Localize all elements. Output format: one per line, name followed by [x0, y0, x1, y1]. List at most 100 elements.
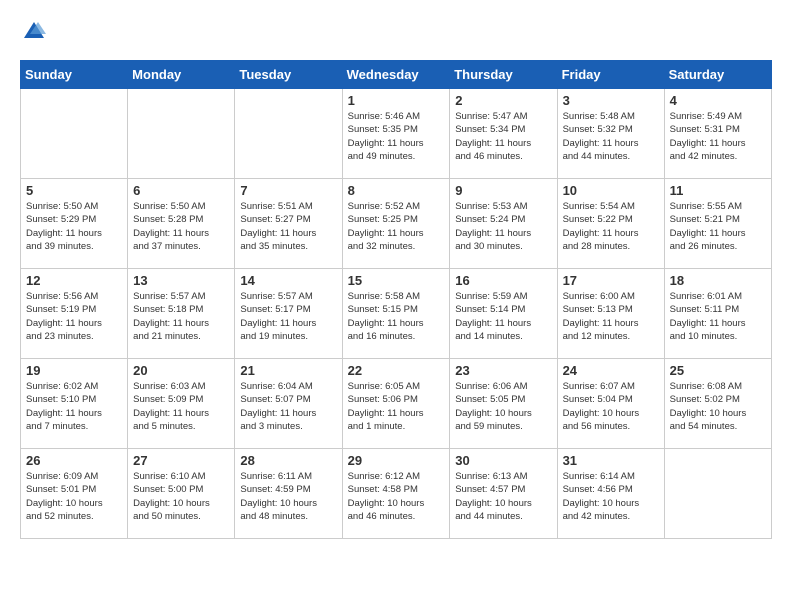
day-cell: 27 Sunrise: 6:10 AM Sunset: 5:00 PM Dayli… — [128, 449, 235, 539]
day-cell: 25 Sunrise: 6:08 AM Sunset: 5:02 PM Dayli… — [664, 359, 771, 449]
day-info: Sunrise: 6:00 AM Sunset: 5:13 PM Dayligh… — [563, 290, 659, 343]
day-info: Sunrise: 6:14 AM Sunset: 4:56 PM Dayligh… — [563, 470, 659, 523]
day-cell: 28Sunrise: 6:11 AM Sunset: 4:59 PM Dayli… — [235, 449, 342, 539]
day-header-tuesday: Tuesday — [235, 61, 342, 89]
day-info: Sunrise: 5:49 AM Sunset: 5:31 PM Dayligh… — [670, 110, 766, 163]
day-header-saturday: Saturday — [664, 61, 771, 89]
day-cell: 8 Sunrise: 5:52 AM Sunset: 5:25 PM Daylig… — [342, 179, 450, 269]
day-number: 16 — [455, 273, 551, 288]
day-cell — [21, 89, 128, 179]
day-cell: 13 Sunrise: 5:57 AM Sunset: 5:18 PM Dayli… — [128, 269, 235, 359]
day-number: 1 — [348, 93, 445, 108]
day-cell: 3 Sunrise: 5:48 AM Sunset: 5:32 PM Daylig… — [557, 89, 664, 179]
day-header-sunday: Sunday — [21, 61, 128, 89]
week-row-2: 5 Sunrise: 5:50 AM Sunset: 5:29 PM Daylig… — [21, 179, 772, 269]
day-info: Sunrise: 5:58 AM Sunset: 5:15 PM Dayligh… — [348, 290, 445, 343]
day-number: 29 — [348, 453, 445, 468]
day-number: 27 — [133, 453, 229, 468]
day-cell: 15 Sunrise: 5:58 AM Sunset: 5:15 PM Dayli… — [342, 269, 450, 359]
day-info: Sunrise: 6:06 AM Sunset: 5:05 PM Dayligh… — [455, 380, 551, 433]
day-cell: 31 Sunrise: 6:14 AM Sunset: 4:56 PM Dayli… — [557, 449, 664, 539]
day-cell — [235, 89, 342, 179]
day-number: 6 — [133, 183, 229, 198]
day-info: Sunrise: 6:12 AM Sunset: 4:58 PM Dayligh… — [348, 470, 445, 523]
day-header-thursday: Thursday — [450, 61, 557, 89]
day-info: Sunrise: 6:05 AM Sunset: 5:06 PM Dayligh… — [348, 380, 445, 433]
day-header-friday: Friday — [557, 61, 664, 89]
day-number: 18 — [670, 273, 766, 288]
day-number: 3 — [563, 93, 659, 108]
day-cell: 29 Sunrise: 6:12 AM Sunset: 4:58 PM Dayli… — [342, 449, 450, 539]
day-number: 31 — [563, 453, 659, 468]
day-cell: 26Sunrise: 6:09 AM Sunset: 5:01 PM Dayli… — [21, 449, 128, 539]
day-info: Sunrise: 5:55 AM Sunset: 5:21 PM Dayligh… — [670, 200, 766, 253]
day-cell: 12 Sunrise: 5:56 AM Sunset: 5:19 PM Dayli… — [21, 269, 128, 359]
day-info: Sunrise: 5:59 AM Sunset: 5:14 PM Dayligh… — [455, 290, 551, 343]
logo-icon — [22, 20, 46, 44]
day-info: Sunrise: 6:03 AM Sunset: 5:09 PM Dayligh… — [133, 380, 229, 433]
day-number: 25 — [670, 363, 766, 378]
day-number: 13 — [133, 273, 229, 288]
day-number: 23 — [455, 363, 551, 378]
day-info: Sunrise: 6:13 AM Sunset: 4:57 PM Dayligh… — [455, 470, 551, 523]
day-cell: 24 Sunrise: 6:07 AM Sunset: 5:04 PM Dayli… — [557, 359, 664, 449]
day-header-row: SundayMondayTuesdayWednesdayThursdayFrid… — [21, 61, 772, 89]
day-number: 30 — [455, 453, 551, 468]
day-info: Sunrise: 5:52 AM Sunset: 5:25 PM Dayligh… — [348, 200, 445, 253]
day-cell: 19Sunrise: 6:02 AM Sunset: 5:10 PM Dayli… — [21, 359, 128, 449]
day-number: 24 — [563, 363, 659, 378]
day-number: 7 — [240, 183, 336, 198]
week-row-3: 12 Sunrise: 5:56 AM Sunset: 5:19 PM Dayli… — [21, 269, 772, 359]
day-cell: 6 Sunrise: 5:50 AM Sunset: 5:28 PM Daylig… — [128, 179, 235, 269]
day-info: Sunrise: 5:53 AM Sunset: 5:24 PM Dayligh… — [455, 200, 551, 253]
day-cell: 9 Sunrise: 5:53 AM Sunset: 5:24 PM Daylig… — [450, 179, 557, 269]
day-info: Sunrise: 5:50 AM Sunset: 5:29 PM Dayligh… — [26, 200, 122, 253]
day-number: 5 — [26, 183, 122, 198]
day-cell: 16 Sunrise: 5:59 AM Sunset: 5:14 PM Dayli… — [450, 269, 557, 359]
day-header-wednesday: Wednesday — [342, 61, 450, 89]
day-number: 8 — [348, 183, 445, 198]
day-number: 4 — [670, 93, 766, 108]
day-cell: 21Sunrise: 6:04 AM Sunset: 5:07 PM Dayli… — [235, 359, 342, 449]
logo — [20, 20, 46, 44]
day-number: 15 — [348, 273, 445, 288]
day-cell: 18Sunrise: 6:01 AM Sunset: 5:11 PM Dayli… — [664, 269, 771, 359]
week-row-5: 26Sunrise: 6:09 AM Sunset: 5:01 PM Dayli… — [21, 449, 772, 539]
day-number: 12 — [26, 273, 122, 288]
day-number: 9 — [455, 183, 551, 198]
day-cell — [128, 89, 235, 179]
day-cell: 1 Sunrise: 5:46 AM Sunset: 5:35 PM Daylig… — [342, 89, 450, 179]
day-number: 19 — [26, 363, 122, 378]
day-info: Sunrise: 5:48 AM Sunset: 5:32 PM Dayligh… — [563, 110, 659, 163]
day-cell: 23 Sunrise: 6:06 AM Sunset: 5:05 PM Dayli… — [450, 359, 557, 449]
day-cell: 4 Sunrise: 5:49 AM Sunset: 5:31 PM Daylig… — [664, 89, 771, 179]
day-number: 14 — [240, 273, 336, 288]
day-cell: 22 Sunrise: 6:05 AM Sunset: 5:06 PM Dayli… — [342, 359, 450, 449]
day-info: Sunrise: 6:11 AM Sunset: 4:59 PM Dayligh… — [240, 470, 336, 523]
day-header-monday: Monday — [128, 61, 235, 89]
day-cell: 2Sunrise: 5:47 AM Sunset: 5:34 PM Daylig… — [450, 89, 557, 179]
calendar: SundayMondayTuesdayWednesdayThursdayFrid… — [20, 60, 772, 539]
day-cell: 20Sunrise: 6:03 AM Sunset: 5:09 PM Dayli… — [128, 359, 235, 449]
day-number: 22 — [348, 363, 445, 378]
day-cell: 7Sunrise: 5:51 AM Sunset: 5:27 PM Daylig… — [235, 179, 342, 269]
day-info: Sunrise: 6:10 AM Sunset: 5:00 PM Dayligh… — [133, 470, 229, 523]
day-info: Sunrise: 5:56 AM Sunset: 5:19 PM Dayligh… — [26, 290, 122, 343]
day-info: Sunrise: 5:57 AM Sunset: 5:18 PM Dayligh… — [133, 290, 229, 343]
day-cell: 14 Sunrise: 5:57 AM Sunset: 5:17 PM Dayli… — [235, 269, 342, 359]
day-info: Sunrise: 6:08 AM Sunset: 5:02 PM Dayligh… — [670, 380, 766, 433]
day-info: Sunrise: 5:46 AM Sunset: 5:35 PM Dayligh… — [348, 110, 445, 163]
day-cell: 10Sunrise: 5:54 AM Sunset: 5:22 PM Dayli… — [557, 179, 664, 269]
day-number: 2 — [455, 93, 551, 108]
day-number: 26 — [26, 453, 122, 468]
day-info: Sunrise: 5:57 AM Sunset: 5:17 PM Dayligh… — [240, 290, 336, 343]
day-info: Sunrise: 6:04 AM Sunset: 5:07 PM Dayligh… — [240, 380, 336, 433]
header — [20, 20, 772, 44]
day-number: 11 — [670, 183, 766, 198]
day-info: Sunrise: 6:07 AM Sunset: 5:04 PM Dayligh… — [563, 380, 659, 433]
day-info: Sunrise: 5:54 AM Sunset: 5:22 PM Dayligh… — [563, 200, 659, 253]
day-cell: 5 Sunrise: 5:50 AM Sunset: 5:29 PM Daylig… — [21, 179, 128, 269]
day-info: Sunrise: 5:50 AM Sunset: 5:28 PM Dayligh… — [133, 200, 229, 253]
week-row-4: 19Sunrise: 6:02 AM Sunset: 5:10 PM Dayli… — [21, 359, 772, 449]
day-number: 17 — [563, 273, 659, 288]
